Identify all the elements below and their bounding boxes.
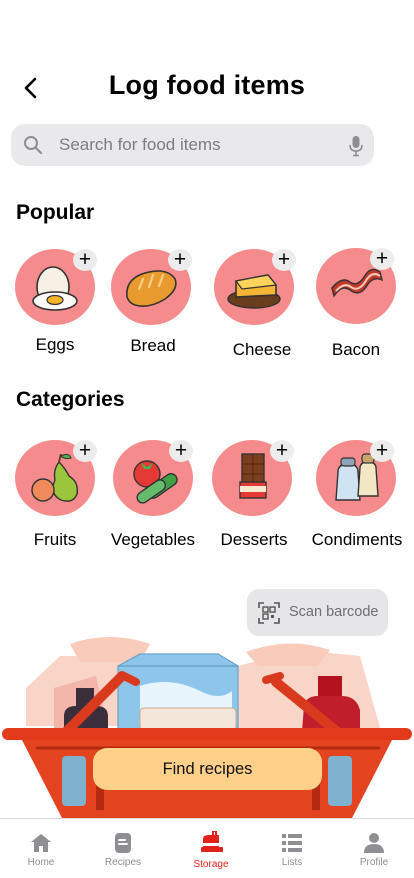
tab-label: Home <box>27 857 55 868</box>
bottom-tab-bar: Home Recipes Storage Lists Profile <box>0 818 414 878</box>
tab-recipes[interactable]: Recipes <box>82 819 164 878</box>
scan-barcode-label: Scan barcode <box>289 604 379 620</box>
find-recipes-button[interactable]: Find recipes <box>93 748 322 790</box>
tab-label: Recipes <box>104 857 142 868</box>
add-bread-button[interactable]: + <box>168 249 192 271</box>
scan-barcode-button[interactable]: Scan barcode <box>247 589 388 636</box>
add-bacon-button[interactable]: + <box>370 248 394 270</box>
add-condiments-button[interactable]: + <box>370 440 394 462</box>
tab-label: Lists <box>281 857 303 868</box>
barcode-scan-icon <box>258 602 280 624</box>
category-label: Condiments <box>311 530 403 549</box>
add-eggs-button[interactable]: + <box>73 249 97 271</box>
tab-lists[interactable]: Lists <box>251 819 333 878</box>
storage-icon <box>201 831 223 852</box>
search-bar[interactable] <box>11 124 374 166</box>
add-desserts-button[interactable]: + <box>270 440 294 462</box>
page-title: Log food items <box>108 70 306 100</box>
home-icon <box>31 834 51 852</box>
tab-label: Profile <box>359 857 389 868</box>
search-icon <box>24 136 43 155</box>
tab-profile[interactable]: Profile <box>333 819 414 878</box>
search-input[interactable] <box>59 124 329 166</box>
food-label: Bacon <box>331 340 381 359</box>
add-vegetables-button[interactable]: + <box>169 440 193 462</box>
tab-label: Storage <box>193 859 229 870</box>
add-fruits-button[interactable]: + <box>73 440 97 462</box>
tab-storage[interactable]: Storage <box>170 819 252 878</box>
profile-icon <box>364 833 384 853</box>
lists-icon <box>282 834 302 852</box>
tab-home[interactable]: Home <box>0 819 82 878</box>
grocery-basket-illustration <box>2 637 412 818</box>
popular-section-title: Popular <box>16 201 95 224</box>
microphone-icon[interactable] <box>348 135 364 157</box>
recipes-icon <box>115 833 131 853</box>
categories-section-title: Categories <box>16 388 125 411</box>
add-cheese-button[interactable]: + <box>272 249 296 271</box>
